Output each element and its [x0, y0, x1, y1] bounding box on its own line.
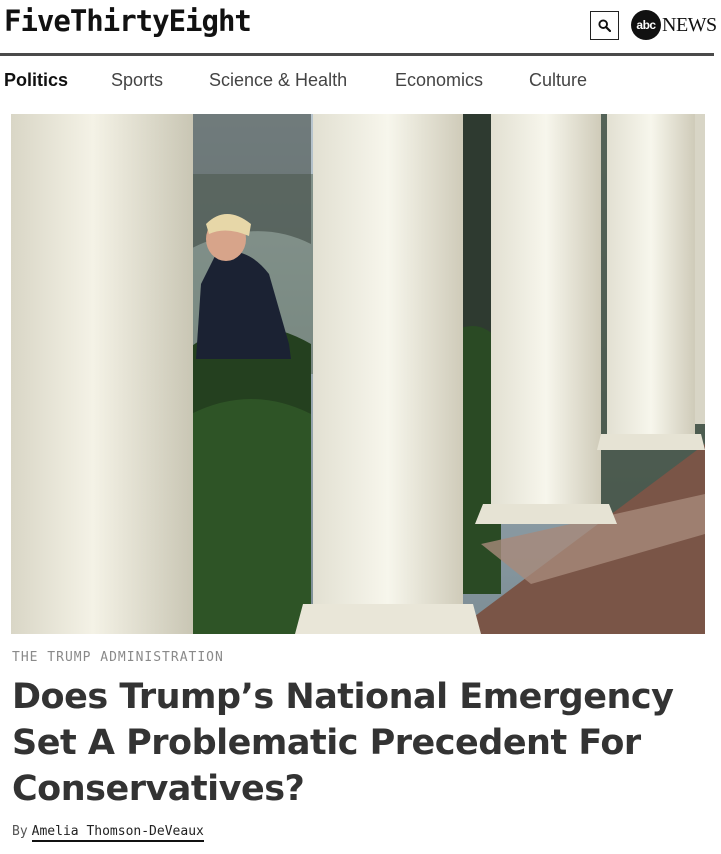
nav-item-politics[interactable]: Politics — [4, 70, 68, 91]
header-divider — [0, 53, 714, 56]
author-link[interactable]: Amelia Thomson-DeVeaux — [31, 824, 204, 842]
search-button[interactable] — [590, 11, 619, 40]
nav-item-economics[interactable]: Economics — [395, 70, 483, 91]
search-icon — [598, 19, 611, 32]
site-logo[interactable]: FiveThirtyEight — [4, 4, 252, 38]
byline: By Amelia Thomson-DeVeaux — [12, 824, 204, 842]
site-header: FiveThirtyEight abc NEWS — [0, 0, 721, 56]
abc-logo-text: NEWS — [662, 13, 717, 36]
section-nav: Politics Sports Science & Health Economi… — [0, 60, 721, 102]
byline-prefix: By — [12, 824, 28, 839]
hero-image[interactable] — [11, 114, 705, 634]
abc-news-logo[interactable]: abc NEWS — [631, 9, 717, 41]
nav-item-culture[interactable]: Culture — [529, 70, 587, 91]
nav-item-sports[interactable]: Sports — [111, 70, 163, 91]
article-kicker[interactable]: THE TRUMP ADMINISTRATION — [12, 650, 224, 665]
article-headline[interactable]: Does Trump’s National Emergency Set A Pr… — [12, 674, 702, 812]
nav-item-science-health[interactable]: Science & Health — [209, 70, 347, 91]
hero-photo — [11, 114, 705, 634]
abc-logo-mark: abc — [631, 10, 661, 40]
